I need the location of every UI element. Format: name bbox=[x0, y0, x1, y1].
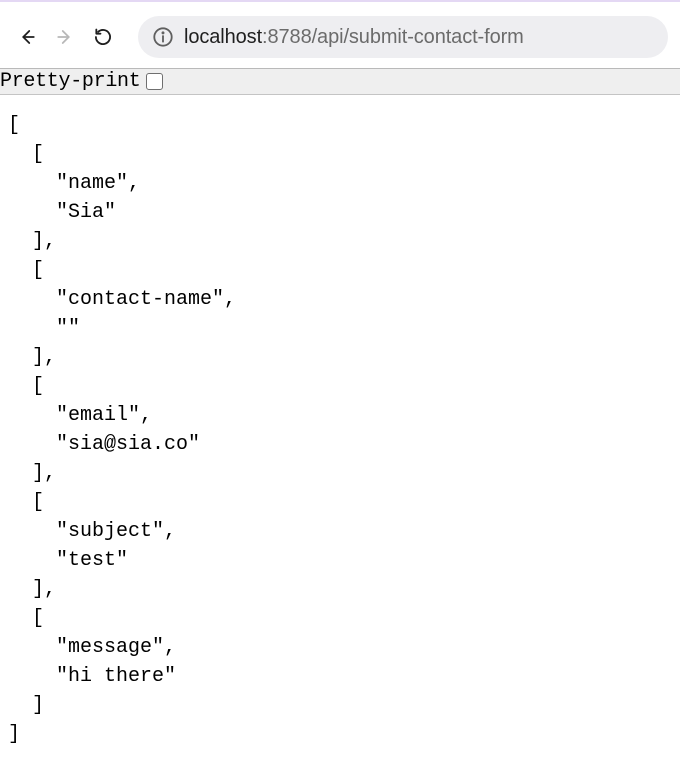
pretty-print-checkbox[interactable] bbox=[146, 73, 163, 90]
response-body: [ [ "name", "Sia" ], [ "contact-name", "… bbox=[0, 95, 680, 765]
reload-button[interactable] bbox=[88, 22, 118, 52]
pretty-print-label: Pretty-print bbox=[0, 70, 140, 93]
reload-icon bbox=[93, 27, 113, 47]
url-host: localhost bbox=[184, 26, 262, 48]
site-info-icon[interactable] bbox=[152, 26, 174, 48]
arrow-left-icon bbox=[18, 28, 36, 46]
back-button[interactable] bbox=[12, 22, 42, 52]
forward-button[interactable] bbox=[50, 22, 80, 52]
browser-toolbar: localhost:8788/api/submit-contact-form bbox=[0, 0, 680, 68]
arrow-right-icon bbox=[56, 28, 74, 46]
address-bar[interactable]: localhost:8788/api/submit-contact-form bbox=[138, 16, 668, 58]
url-display: localhost:8788/api/submit-contact-form bbox=[184, 26, 524, 49]
pretty-print-bar: Pretty-print bbox=[0, 68, 680, 95]
url-rest: :8788/api/submit-contact-form bbox=[262, 26, 524, 48]
